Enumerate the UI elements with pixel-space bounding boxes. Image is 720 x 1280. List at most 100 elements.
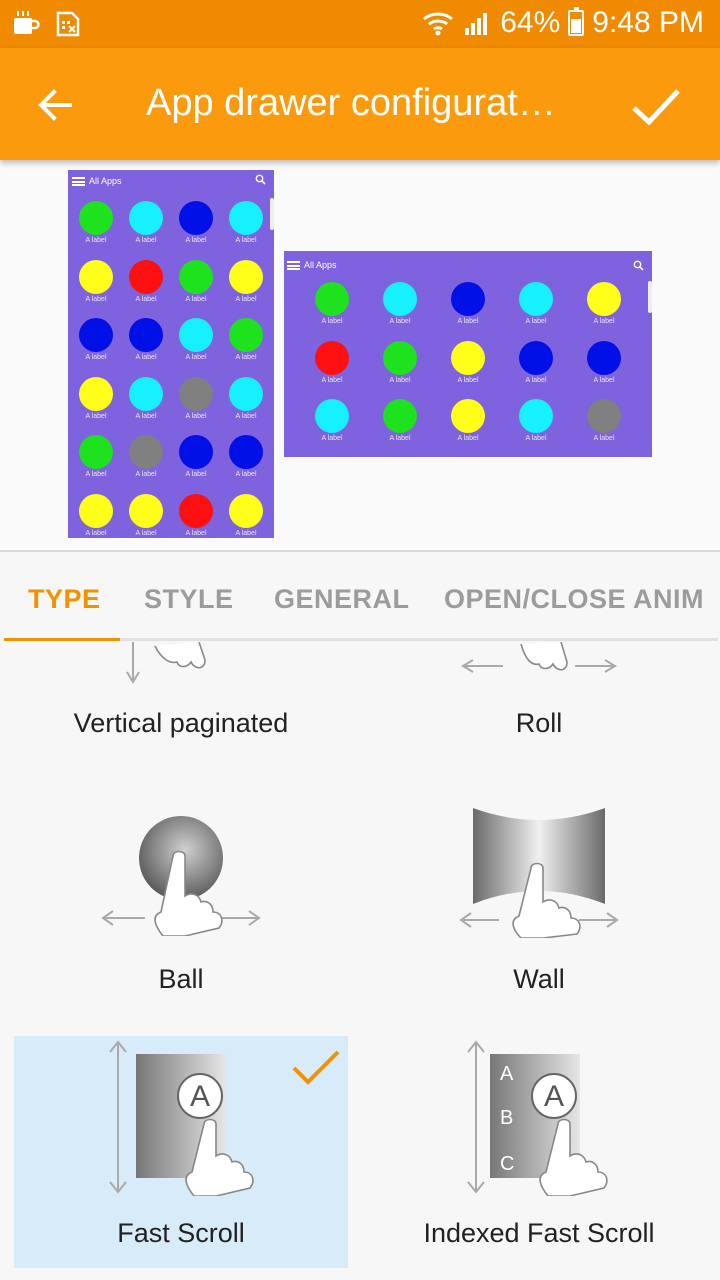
preview-app-label: A label <box>389 318 411 325</box>
drawer-preview: All Apps A label A label A label A label A l… <box>0 160 720 552</box>
preview-app-label: A label <box>85 295 107 303</box>
fast-scroll-icon: A <box>109 1040 254 1196</box>
preview-app-icon <box>519 282 553 316</box>
preview-app-label: A label <box>457 376 479 384</box>
preview-app-icon <box>587 282 621 316</box>
preview-app-label: A label <box>321 318 343 325</box>
type-grid: Vertical paginated Roll Ball Wall A Fast… <box>0 642 720 1280</box>
type-option-fast-scroll[interactable]: A Fast Scroll <box>14 1036 348 1268</box>
tab-bar: TYPE STYLE GENERAL OPEN/CLOSE ANIM <box>0 562 720 642</box>
preview-app-label: A label <box>235 354 257 361</box>
preview-app-icon <box>451 340 485 375</box>
preview-app-label: A label <box>185 529 207 537</box>
preview-app-icon <box>587 399 621 433</box>
preview-app-icon <box>179 376 213 411</box>
signal-icon <box>465 13 488 35</box>
checkmark-icon[interactable] <box>626 76 686 136</box>
preview-app-icon <box>129 259 163 294</box>
preview-app-icon <box>79 259 113 294</box>
indexed-fast-scroll-icon: A B C A <box>467 1040 608 1196</box>
page-title: App drawer configurat… <box>146 82 556 124</box>
preview-app-icon <box>229 318 263 352</box>
preview-app-label: A label <box>185 354 207 361</box>
preview-app-label: A label <box>389 376 411 384</box>
battery-icon <box>568 7 585 36</box>
preview-app-icon <box>179 259 213 294</box>
index-letter: C <box>500 1153 514 1175</box>
type-label: Ball <box>158 964 204 994</box>
type-label: Roll <box>515 708 563 738</box>
preview-app-icon <box>79 376 113 411</box>
preview-app-icon <box>229 201 263 235</box>
preview-app-label: A label <box>185 471 207 478</box>
horizontal-swipe-gesture-icon <box>461 642 617 673</box>
wifi-icon <box>423 12 454 36</box>
type-option-roll[interactable]: Roll <box>372 642 706 744</box>
type-label: Vertical paginated <box>73 708 289 738</box>
preview-app-icon <box>129 376 163 411</box>
preview-app-icon <box>519 340 553 375</box>
preview-app-label: A label <box>135 295 157 303</box>
battery-percent: 64% <box>500 6 561 39</box>
landscape-preview: All Apps A label A label A label A label A l… <box>284 251 652 457</box>
preview-app-label: A label <box>185 295 207 303</box>
preview-app-icon <box>315 340 349 375</box>
preview-app-icon <box>519 399 553 433</box>
index-letter: B <box>500 1107 513 1129</box>
preview-app-label: A label <box>235 529 257 537</box>
type-label: Fast Scroll <box>117 1218 245 1248</box>
preview-header: All Apps <box>89 176 122 186</box>
preview-app-icon <box>79 493 113 528</box>
portrait-preview: All Apps A label A label A label A label A l… <box>68 170 274 538</box>
preview-app-icon <box>229 376 263 411</box>
search-icon <box>255 174 266 185</box>
preview-app-label: A label <box>593 318 615 325</box>
tab-style[interactable]: STYLE <box>144 584 234 615</box>
preview-app-icon <box>179 435 213 469</box>
preview-app-icon <box>179 318 213 352</box>
preview-app-label: A label <box>85 471 107 478</box>
selected-check-icon <box>292 1050 340 1085</box>
tab-type[interactable]: TYPE <box>28 584 101 615</box>
preview-app-icon <box>315 399 349 433</box>
type-label: Indexed Fast Scroll <box>423 1218 655 1248</box>
tab-general[interactable]: GENERAL <box>274 584 410 615</box>
preview-app-icon <box>79 201 113 235</box>
preview-header: All Apps <box>304 260 337 270</box>
preview-app-label: A label <box>593 376 615 384</box>
menu-icon <box>72 176 85 186</box>
svg-text:A: A <box>544 1080 564 1113</box>
index-letter: A <box>500 1063 514 1085</box>
preview-app-label: A label <box>389 435 411 442</box>
scroll-tab <box>270 198 274 230</box>
search-icon <box>633 260 644 271</box>
tab-indicator <box>4 638 120 641</box>
preview-app-label: A label <box>235 471 257 478</box>
scroll-tab <box>648 281 652 313</box>
type-option-vertical-paginated[interactable]: Vertical paginated <box>14 642 348 744</box>
preview-app-label: A label <box>85 412 107 420</box>
preview-app-icon <box>315 282 349 316</box>
type-option-indexed-fast-scroll[interactable]: A B C A Indexed Fast Scroll <box>372 1036 706 1268</box>
preview-app-icon <box>229 493 263 528</box>
preview-app-label: A label <box>135 237 157 244</box>
preview-app-label: A label <box>321 435 343 442</box>
preview-app-icon <box>451 282 485 316</box>
preview-app-label: A label <box>235 295 257 303</box>
preview-app-icon <box>129 201 163 235</box>
preview-app-label: A label <box>85 354 107 361</box>
preview-app-label: A label <box>457 318 479 325</box>
preview-app-label: A label <box>135 471 157 478</box>
preview-app-label: A label <box>457 435 479 442</box>
type-option-ball[interactable]: Ball <box>14 782 348 1014</box>
preview-app-icon <box>451 399 485 433</box>
preview-app-icon <box>129 493 163 528</box>
tab-open-close-anim[interactable]: OPEN/CLOSE ANIM <box>444 584 704 615</box>
clock: 9:48 PM <box>592 6 704 39</box>
type-option-wall[interactable]: Wall <box>372 782 706 1014</box>
sim-card-icon <box>56 11 80 37</box>
preview-app-label: A label <box>321 376 343 384</box>
arrow-back-icon[interactable] <box>30 80 80 130</box>
preview-app-label: A label <box>525 318 547 325</box>
ball-gesture-icon <box>101 816 261 936</box>
